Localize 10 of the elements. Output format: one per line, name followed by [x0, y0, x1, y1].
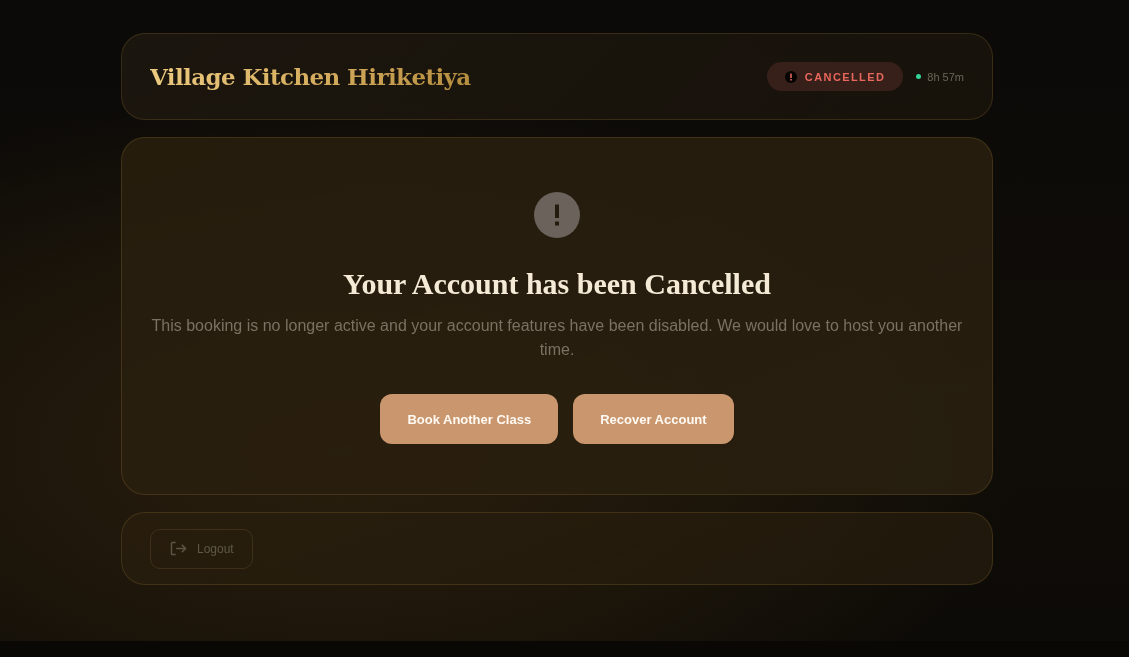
notice-heading: Your Account has been Cancelled [343, 266, 771, 302]
exclamation-icon [534, 192, 580, 238]
session-timer: 8h 57m [927, 70, 964, 83]
logout-button[interactable]: Logout [150, 528, 253, 569]
logout-icon [170, 541, 187, 556]
action-button[interactable]: Book Another Class [380, 394, 559, 444]
notice-message: This booking is no longer active and your account features have been disabled. We would love to host you another time. [150, 316, 964, 360]
status-label: CANCELLED [804, 70, 886, 83]
action-button[interactable]: Recover Account [573, 394, 734, 444]
alert-icon [784, 70, 797, 83]
